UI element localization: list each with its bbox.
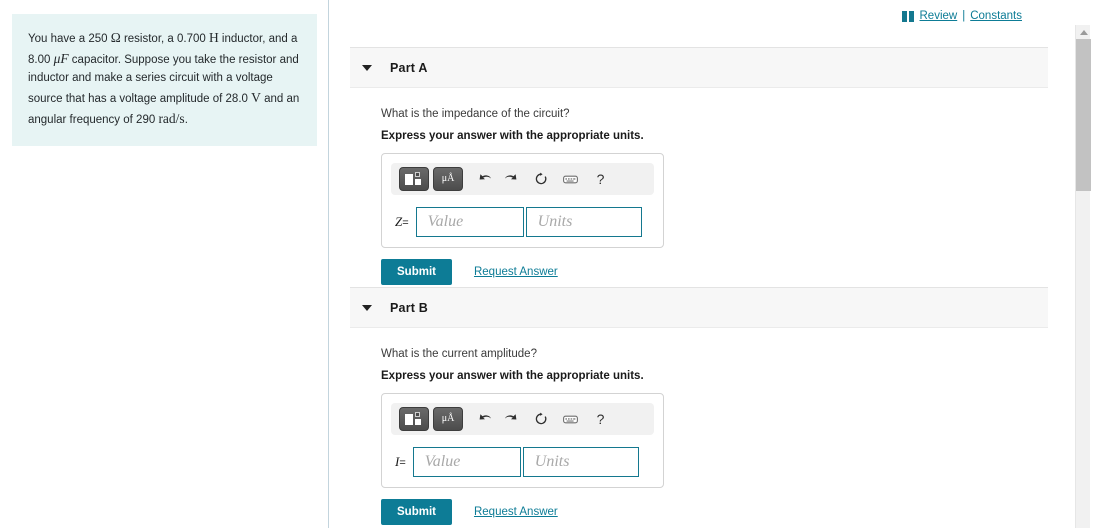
part-b-toolbar: μÅ ? xyxy=(391,403,654,435)
part-b-answer-box: μÅ ? I= Value Units xyxy=(381,393,664,488)
link-divider: | xyxy=(962,10,966,22)
part-a-submit-row: Submit Request Answer xyxy=(381,259,1048,285)
problem-statement-text: You have a 250 Ω resistor, a 0.700 H ind… xyxy=(28,30,300,126)
part-b-body: What is the current amplitude? Express y… xyxy=(350,348,1048,525)
part-b-instruction: Express your answer with the appropriate… xyxy=(381,370,644,382)
part-a-header[interactable]: Part A xyxy=(350,47,1048,88)
undo-icon[interactable] xyxy=(473,167,498,191)
chevron-down-icon[interactable] xyxy=(362,64,372,71)
template-button[interactable] xyxy=(399,407,429,431)
part-a-submit-button[interactable]: Submit xyxy=(381,259,452,285)
part-b-value-input[interactable]: Value xyxy=(412,447,521,477)
part-b-variable-label: I= xyxy=(395,454,406,470)
help-question-mark: ? xyxy=(596,171,605,187)
part-a-value-input[interactable]: Value xyxy=(415,207,524,237)
part-b-submit-row: Submit Request Answer xyxy=(381,499,1048,525)
equals-sign: = xyxy=(399,457,406,469)
part-a-units-input[interactable]: Units xyxy=(525,207,642,237)
scrollbar-thumb[interactable] xyxy=(1076,39,1091,191)
part-a-variable-label: Z= xyxy=(395,214,409,230)
vertical-scrollbar[interactable] xyxy=(1075,25,1091,528)
part-b-input-row: I= Value Units xyxy=(391,447,654,477)
part-a-title: Part A xyxy=(390,60,428,75)
part-b-header[interactable]: Part B xyxy=(350,287,1048,328)
constants-link[interactable]: Constants xyxy=(970,10,1022,22)
part-a-section: Part A What is the impedance of the circ… xyxy=(350,47,1048,285)
part-a-request-answer-link[interactable]: Request Answer xyxy=(474,266,558,278)
units-button[interactable]: μÅ xyxy=(433,167,463,191)
micro-angstrom-icon: μÅ xyxy=(441,173,455,184)
part-a-answer-box: μÅ ? Z= Value Units xyxy=(381,153,664,248)
part-b-units-input[interactable]: Units xyxy=(522,447,639,477)
part-b-title: Part B xyxy=(390,300,429,315)
book-icon xyxy=(901,10,915,22)
help-icon[interactable]: ? xyxy=(588,407,613,431)
redo-icon[interactable] xyxy=(498,167,523,191)
main-content: Review | Constants Part A What is the im… xyxy=(330,0,1065,528)
part-b-question: What is the current amplitude? xyxy=(381,348,537,360)
help-icon[interactable]: ? xyxy=(588,167,613,191)
micro-angstrom-icon: μÅ xyxy=(441,413,455,424)
undo-icon[interactable] xyxy=(473,407,498,431)
help-question-mark: ? xyxy=(596,411,605,427)
keyboard-icon[interactable] xyxy=(558,167,583,191)
equals-sign: = xyxy=(402,217,409,229)
problem-statement-box: You have a 250 Ω resistor, a 0.700 H ind… xyxy=(12,14,317,146)
part-b-submit-button[interactable]: Submit xyxy=(381,499,452,525)
part-a-body: What is the impedance of the circuit? Ex… xyxy=(350,108,1048,285)
redo-icon[interactable] xyxy=(498,407,523,431)
part-a-question: What is the impedance of the circuit? xyxy=(381,108,570,120)
template-icon xyxy=(404,412,424,426)
part-a-input-row: Z= Value Units xyxy=(391,207,654,237)
problem-panel: You have a 250 Ω resistor, a 0.700 H ind… xyxy=(0,0,329,528)
page-root: You have a 250 Ω resistor, a 0.700 H ind… xyxy=(0,0,1095,528)
keyboard-icon[interactable] xyxy=(558,407,583,431)
part-b-request-answer-link[interactable]: Request Answer xyxy=(474,506,558,518)
part-b-section: Part B What is the current amplitude? Ex… xyxy=(350,287,1048,525)
part-a-instruction: Express your answer with the appropriate… xyxy=(381,130,644,142)
template-icon xyxy=(404,172,424,186)
template-button[interactable] xyxy=(399,167,429,191)
review-link[interactable]: Review xyxy=(920,10,958,22)
top-right-links: Review | Constants xyxy=(901,10,1022,22)
reset-icon[interactable] xyxy=(528,407,553,431)
scroll-up-button[interactable] xyxy=(1076,25,1091,39)
part-a-toolbar: μÅ ? xyxy=(391,163,654,195)
chevron-down-icon[interactable] xyxy=(362,304,372,311)
units-button[interactable]: μÅ xyxy=(433,407,463,431)
reset-icon[interactable] xyxy=(528,167,553,191)
